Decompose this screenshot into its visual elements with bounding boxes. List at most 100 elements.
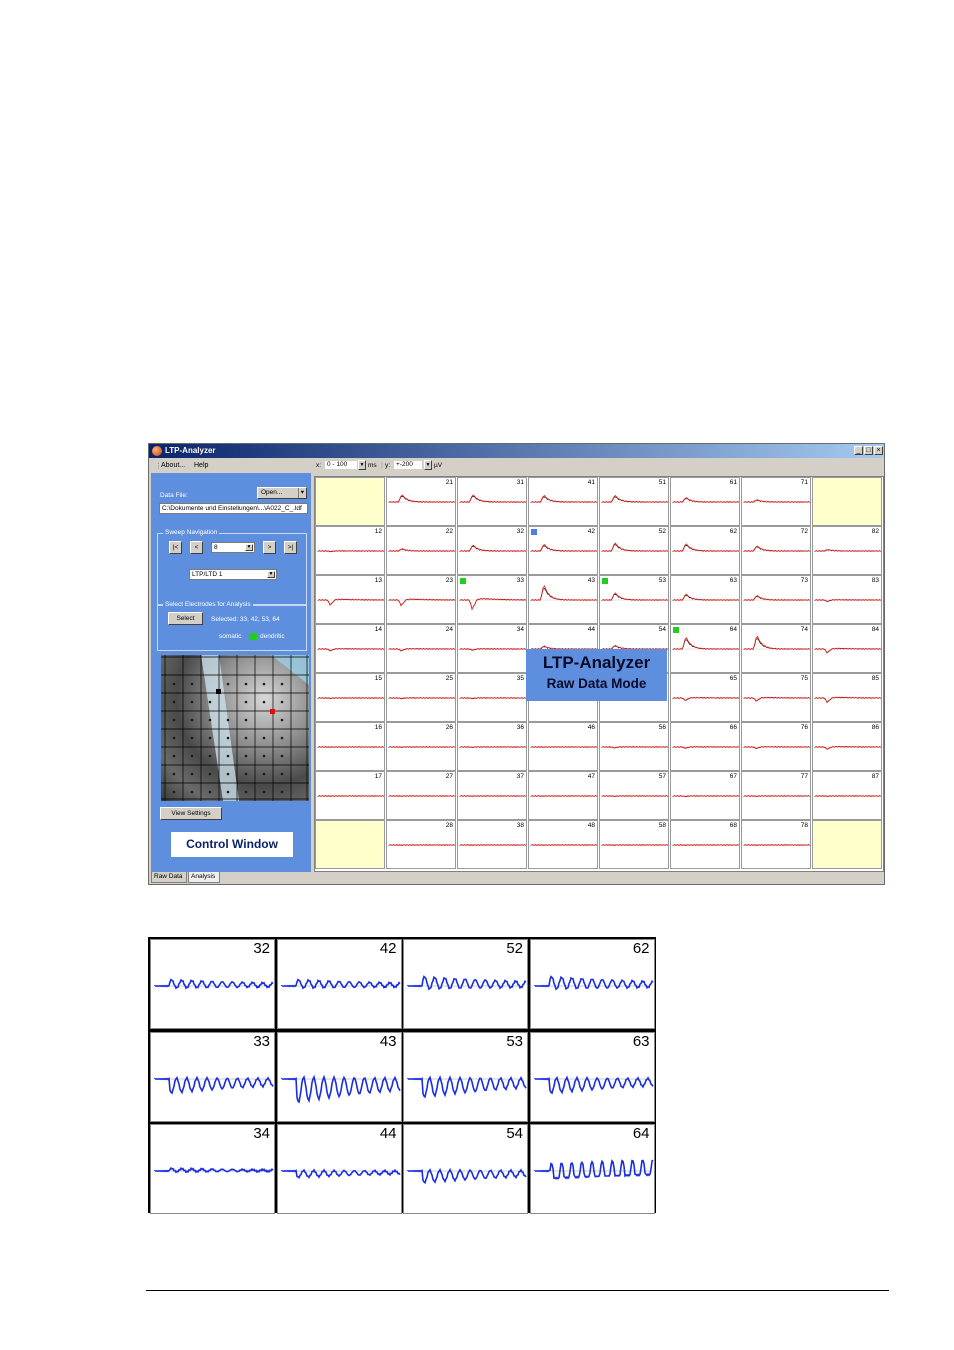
electrode-cell-23[interactable]: 23 [386,575,456,624]
electrode-cell-52[interactable]: 52 [599,526,669,575]
electrode-cell-86[interactable]: 86 [812,722,882,771]
current-trace [601,795,668,798]
electrode-cell-75[interactable]: 75 [741,673,811,722]
electrode-cell-35[interactable]: 35 [457,673,527,722]
electrode-cell-24[interactable]: 24 [386,624,456,673]
next-sweep-button[interactable]: > [263,541,276,554]
minimize-button[interactable]: _ [854,446,863,455]
electrode-cell-16[interactable]: 16 [315,722,385,771]
microscope-image[interactable] [161,655,309,801]
electrode-cell-36[interactable]: 36 [457,722,527,771]
electrode-cell-68[interactable]: 68 [670,820,740,869]
electrode-cell-47[interactable]: 47 [528,771,598,820]
electrode-cell-26[interactable]: 26 [386,722,456,771]
electrode-cell-18[interactable] [315,820,385,869]
electrode-cell-61[interactable]: 61 [670,477,740,526]
electrode-trace [388,598,455,607]
electrode-cell-48[interactable]: 48 [528,820,598,869]
electrode-cell-87[interactable]: 87 [812,771,882,820]
current-trace [743,795,810,798]
tab-analysis[interactable]: Analysis [188,872,220,883]
electrode-cell-65[interactable]: 65 [670,673,740,722]
electrode-cell-64[interactable]: 64 [670,624,740,673]
chevron-down-icon[interactable]: ▼ [358,460,366,470]
electrode-cell-12[interactable]: 12 [315,526,385,575]
app-icon [152,446,162,456]
electrode-trace [317,795,384,798]
select-button[interactable]: Select [168,612,203,625]
electrode-cell-58[interactable]: 58 [599,820,669,869]
electrode-cell-84[interactable]: 84 [812,624,882,673]
electrode-cell-22[interactable]: 22 [386,526,456,575]
electrode-cell-81[interactable] [812,477,882,526]
electrode-trace [388,746,455,749]
current-trace [743,545,810,553]
electrode-cell-67[interactable]: 67 [670,771,740,820]
last-sweep-button[interactable]: >| [284,541,297,554]
open-button[interactable]: Open... ▾ [257,487,307,499]
electrode-cell-88[interactable] [812,820,882,869]
electrode-cell-14[interactable]: 14 [315,624,385,673]
electrode-cell-66[interactable]: 66 [670,722,740,771]
selected-electrodes-text: Selected: 33, 42, 53, 64 [211,616,280,623]
maximize-button[interactable]: □ [864,446,873,455]
electrode-cell-28[interactable]: 28 [386,820,456,869]
electrode-cell-82[interactable]: 82 [812,526,882,575]
close-button[interactable]: × [874,446,883,455]
electrode-cell-34[interactable]: 34 [457,624,527,673]
y-range-field[interactable]: +-200 [393,460,423,470]
mode-select[interactable]: LTP/LTD 1 ▼ [189,569,277,580]
electrode-cell-13[interactable]: 13 [315,575,385,624]
electrode-cell-51[interactable]: 51 [599,477,669,526]
mode-value: LTP/LTD 1 [192,571,223,578]
electrode-trace [743,844,810,847]
electrode-cell-37[interactable]: 37 [457,771,527,820]
current-trace [317,746,384,748]
electrode-cell-53[interactable]: 53 [599,575,669,624]
electrode-cell-32[interactable]: 32 [457,526,527,575]
electrode-trace [388,647,455,652]
electrode-cell-72[interactable]: 72 [741,526,811,575]
electrode-cell-31[interactable]: 31 [457,477,527,526]
electrode-cell-33[interactable]: 33 [457,575,527,624]
electrode-cell-74[interactable]: 74 [741,624,811,673]
menu-about[interactable]: About... [161,462,185,469]
electrode-cell-73[interactable]: 73 [741,575,811,624]
electrode-cell-41[interactable]: 41 [528,477,598,526]
title-bar[interactable]: LTP-Analyzer _ □ × [149,444,884,458]
electrode-cell-11[interactable] [315,477,385,526]
electrode-cell-38[interactable]: 38 [457,820,527,869]
view-settings-button[interactable]: View Settings [160,807,222,820]
sweep-select[interactable]: 8 ▼ [211,542,255,553]
electrode-cell-85[interactable]: 85 [812,673,882,722]
electrode-cell-62[interactable]: 62 [670,526,740,575]
electrode-cell-77[interactable]: 77 [741,771,811,820]
current-trace [530,585,597,602]
electrode-cell-43[interactable]: 43 [528,575,598,624]
prev-sweep-button[interactable]: < [190,541,203,554]
x-range-field[interactable]: 0 - 100 [324,460,358,470]
electrode-cell-42[interactable]: 42 [528,526,598,575]
electrode-cell-21[interactable]: 21 [386,477,456,526]
electrode-cell-17[interactable]: 17 [315,771,385,820]
current-trace [459,647,526,651]
zoom-trace [533,1159,654,1180]
tab-raw-data[interactable]: Raw Data [151,872,187,883]
electrode-cell-76[interactable]: 76 [741,722,811,771]
first-sweep-button[interactable]: |< [169,541,182,554]
electrode-cell-83[interactable]: 83 [812,575,882,624]
menu-help[interactable]: Help [194,462,208,469]
electrode-cell-46[interactable]: 46 [528,722,598,771]
electrode-cell-56[interactable]: 56 [599,722,669,771]
electrode-cell-57[interactable]: 57 [599,771,669,820]
electrode-cell-15[interactable]: 15 [315,673,385,722]
electrode-cell-25[interactable]: 25 [386,673,456,722]
electrode-cell-71[interactable]: 71 [741,477,811,526]
electrode-cell-78[interactable]: 78 [741,820,811,869]
electrode-cell-63[interactable]: 63 [670,575,740,624]
chevron-down-icon[interactable]: ▼ [424,460,432,470]
electrode-cell-27[interactable]: 27 [386,771,456,820]
app-window: LTP-Analyzer _ □ × ⋮ About... Help Data … [148,443,885,885]
data-file-field[interactable]: C:\Dokumente und Einstellungen\...\A022_… [159,503,308,514]
zoom-cell-63: 63 [529,1031,655,1122]
